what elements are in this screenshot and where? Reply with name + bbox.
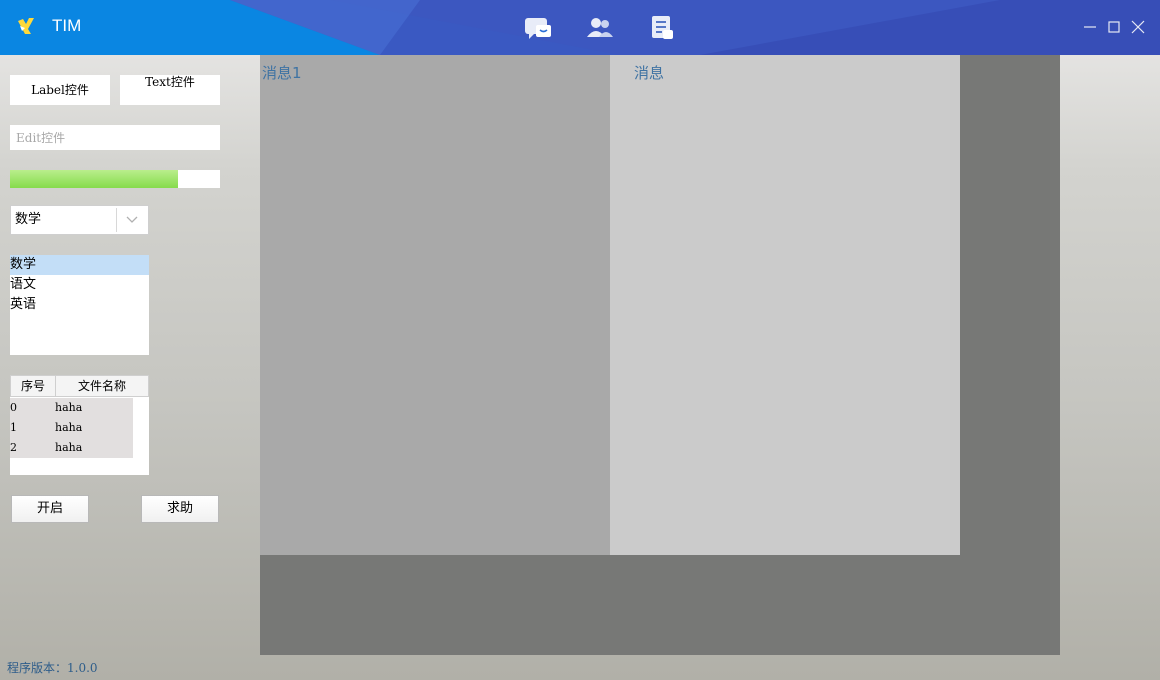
subject-combobox[interactable]: 数学	[10, 205, 149, 235]
version-label: 程序版本：1.0.0	[7, 661, 98, 675]
minimize-icon[interactable]	[1081, 18, 1099, 36]
table-body: 0 haha 1 haha 2 haha	[10, 398, 133, 458]
notes-icon[interactable]	[647, 15, 677, 41]
table-cell-index: 0	[10, 401, 17, 414]
label-control: Label控件	[10, 75, 110, 105]
table-row[interactable]: 1 haha	[10, 418, 133, 438]
open-button[interactable]: 开启	[11, 495, 89, 523]
message-panel-1-title: 消息1	[262, 64, 302, 82]
help-button[interactable]: 求助	[141, 495, 219, 523]
title-bar-decoration	[230, 0, 1160, 55]
subject-listbox[interactable]: 数学 语文 英语	[10, 255, 149, 355]
column-header-filename[interactable]: 文件名称	[56, 376, 148, 396]
message-panel-2-title: 消息	[634, 64, 665, 82]
maximize-icon[interactable]	[1105, 18, 1123, 36]
list-item[interactable]: 数学	[10, 255, 149, 275]
table-row[interactable]: 0 haha	[10, 398, 133, 418]
table-cell-index: 1	[10, 421, 17, 434]
combobox-divider	[116, 208, 117, 232]
column-header-index[interactable]: 序号	[11, 376, 56, 396]
table-cell-filename: haha	[55, 421, 83, 434]
combobox-value: 数学	[15, 212, 42, 227]
title-bar: TIM	[0, 0, 1160, 55]
text-control: Text控件	[120, 75, 220, 105]
contacts-icon[interactable]	[585, 15, 615, 41]
chevron-down-icon[interactable]	[125, 214, 139, 226]
table-row[interactable]: 2 haha	[10, 438, 133, 458]
table-cell-filename: haha	[55, 401, 83, 414]
file-table: 序号 文件名称 0 haha 1 haha 2 haha	[10, 375, 149, 475]
close-icon[interactable]	[1129, 18, 1147, 36]
table-cell-filename: haha	[55, 441, 83, 454]
progress-bar	[10, 170, 220, 188]
message-panel-1: 消息1	[260, 55, 610, 555]
chat-icon[interactable]	[523, 15, 553, 41]
app-logo-icon	[18, 18, 34, 34]
list-item[interactable]: 英语	[10, 295, 149, 315]
edit-control-input[interactable]	[10, 125, 220, 150]
main-window: TIM Label控件 Text控件 Edit控件 数学 数学 语文 英语 序号…	[0, 0, 1160, 680]
text-control-label: Text控件	[145, 75, 195, 89]
app-title: TIM	[52, 16, 82, 35]
table-cell-index: 2	[10, 441, 17, 454]
list-item[interactable]: 语文	[10, 275, 149, 295]
table-header: 序号 文件名称	[10, 375, 149, 397]
message-panel-2: 消息	[610, 55, 960, 555]
progress-fill	[10, 170, 178, 188]
